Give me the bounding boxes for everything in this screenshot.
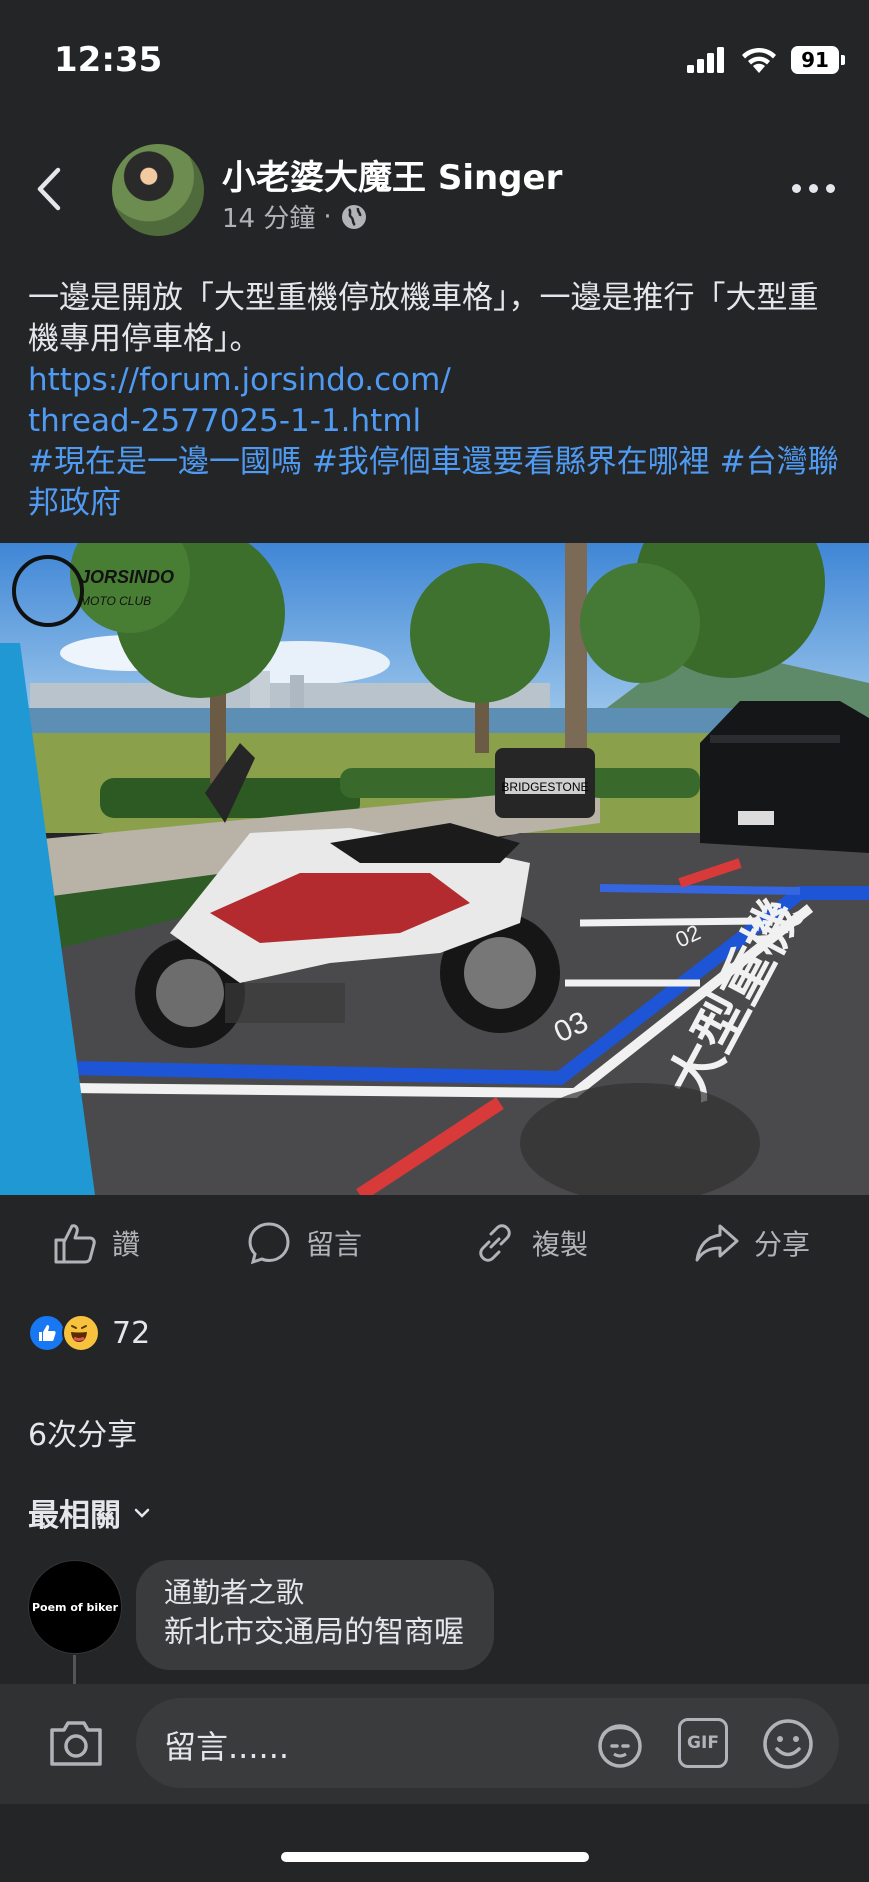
comment-bubble[interactable]: 通勤者之歌 新北市交通局的智商喔 (136, 1560, 494, 1670)
copy-label: 複製 (532, 1228, 589, 1261)
post-time[interactable]: 14 分鐘 (222, 198, 315, 235)
haha-reaction-icon (62, 1314, 100, 1352)
watermark-sub-text: MOTO CLUB (80, 594, 151, 608)
post-text: 一邊是開放「大型重機停放機車格」，一邊是推行「大型重機專用停車格」。 (28, 280, 819, 357)
thumb-up-icon (54, 1224, 96, 1264)
share-count[interactable]: 6次分享 (28, 1410, 137, 1454)
status-time: 12:35 (54, 40, 163, 80)
copy-button[interactable]: 複製 (472, 1220, 588, 1266)
commenter-name[interactable]: 通勤者之歌 (164, 1574, 464, 1612)
like-label: 讚 (112, 1228, 141, 1261)
more-icon[interactable] (792, 184, 835, 193)
comment-input-placeholder: 留言...... (164, 1728, 290, 1766)
home-indicator (281, 1852, 589, 1862)
battery-indicator: 91 (791, 46, 839, 74)
action-bar: 讚 留言 複製 分享 (0, 1210, 869, 1278)
back-icon[interactable] (34, 166, 64, 212)
commenter-avatar[interactable]: Poem of biker (28, 1560, 122, 1654)
author-name[interactable]: 小老婆大魔王 Singer (222, 150, 562, 199)
meta-dot: · (323, 201, 332, 232)
link-icon (479, 1224, 511, 1262)
comment-text: 新北市交通局的智商喔 (164, 1615, 464, 1650)
commenter-avatar-text: Poem of biker (31, 1600, 119, 1614)
thread-line (73, 1655, 76, 1685)
post-link-line-2[interactable]: thread-2577025-1-1.html (28, 401, 843, 442)
battery-tip (841, 55, 845, 65)
gif-icon[interactable]: GIF (678, 1718, 728, 1768)
comment-label: 留言 (306, 1228, 363, 1261)
author-avatar[interactable] (112, 144, 204, 236)
signal-icon (687, 47, 724, 73)
post-meta: 14 分鐘 · (222, 198, 368, 235)
share-label: 分享 (754, 1228, 811, 1261)
share-icon (695, 1224, 739, 1262)
reactions-summary[interactable]: 72 (28, 1314, 150, 1352)
status-icons: 91 (687, 46, 845, 74)
comment-sort-dropdown[interactable]: 最相關 (28, 1490, 151, 1535)
avatar-sticker-icon[interactable] (592, 1716, 648, 1772)
post-link-line-1[interactable]: https://forum.jorsindo.com/ (28, 360, 843, 401)
post-photo[interactable]: BRIDGESTONE 03 02 大型重機 JORSINDO MOTO CLU… (0, 543, 869, 1195)
share-button[interactable]: 分享 (694, 1220, 810, 1266)
comment-button[interactable]: 留言 (246, 1220, 362, 1266)
watermark-text: JORSINDO (80, 567, 174, 587)
globe-icon (341, 204, 366, 229)
comment-sort-label: 最相關 (28, 1498, 121, 1534)
chevron-down-icon (134, 1508, 150, 1518)
box-brand-text: BRIDGESTONE (501, 780, 588, 794)
comment-icon (248, 1222, 290, 1265)
reaction-count: 72 (112, 1315, 151, 1351)
camera-icon[interactable] (48, 1718, 104, 1768)
like-reaction-icon (28, 1314, 66, 1352)
wifi-icon (742, 47, 776, 73)
emoji-icon[interactable] (760, 1716, 816, 1772)
like-button[interactable]: 讚 (52, 1220, 140, 1266)
post-hashtags[interactable]: #現在是一邊一國嗎 #我停個車還要看縣界在哪裡 #台灣聯邦政府 (28, 444, 839, 521)
post-body: 一邊是開放「大型重機停放機車格」，一邊是推行「大型重機專用停車格」。 https… (28, 278, 843, 524)
